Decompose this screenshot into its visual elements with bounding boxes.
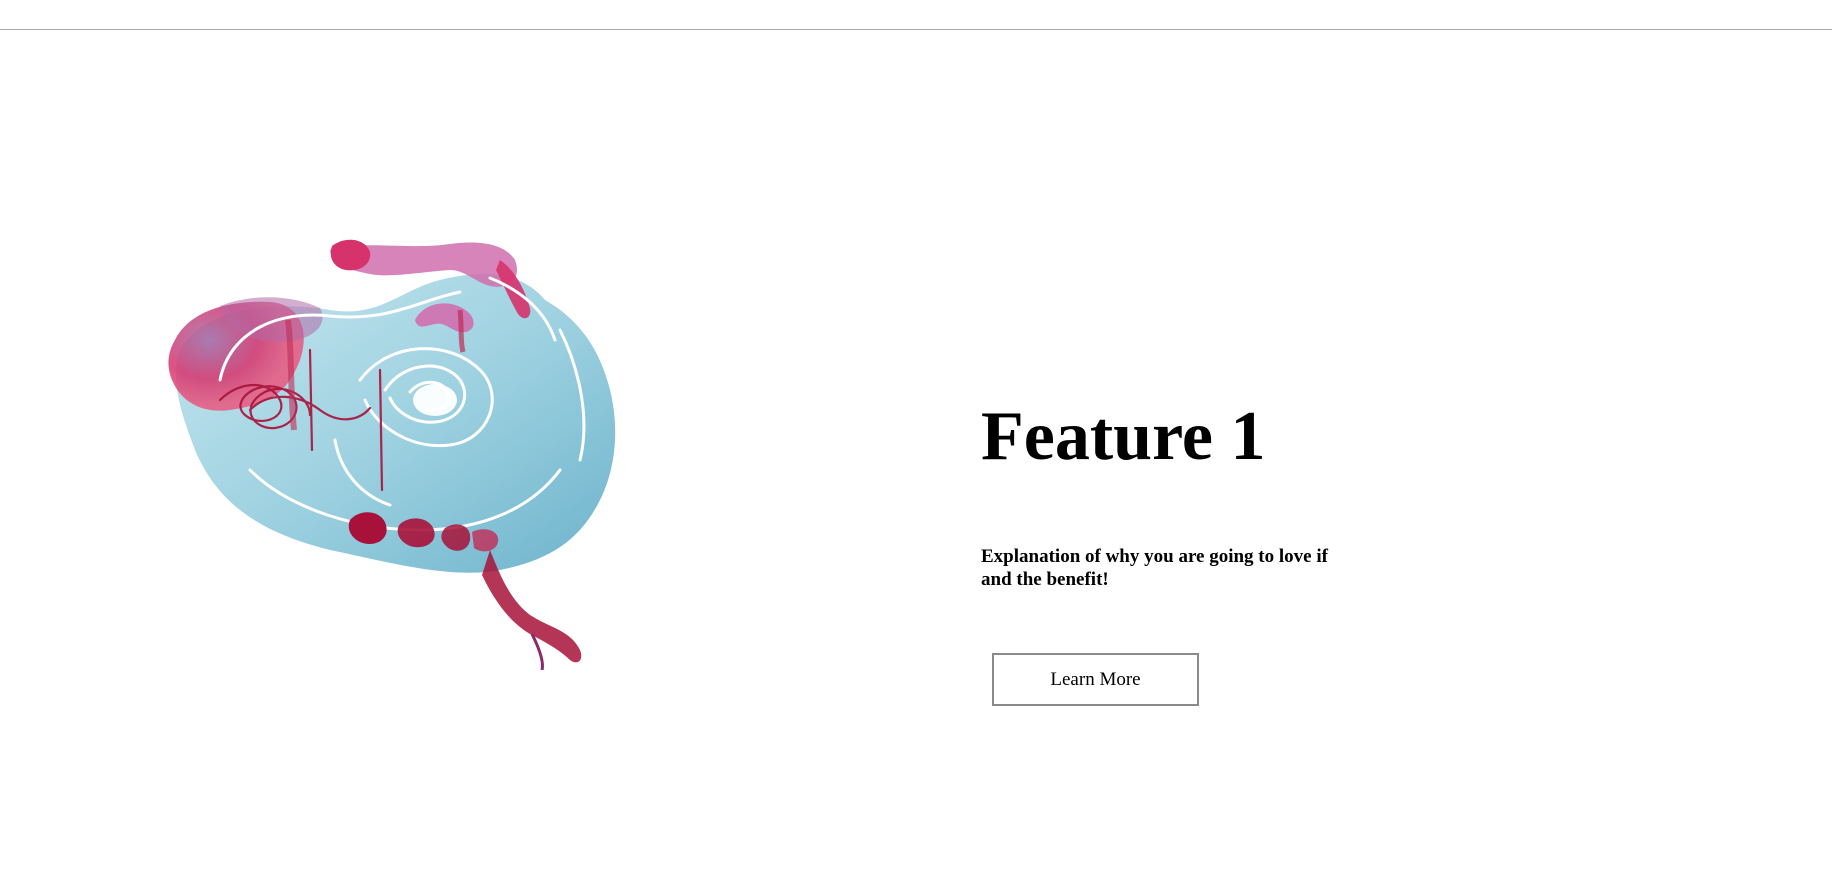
learn-more-button[interactable]: Learn More xyxy=(992,653,1199,706)
feature-section: Feature 1 Explanation of why you are goi… xyxy=(0,30,1832,876)
watercolor-illustration-graphic xyxy=(168,239,616,670)
feature-title: Feature 1 xyxy=(981,398,1266,475)
feature-description: Explanation of why you are going to love… xyxy=(981,546,1328,590)
watercolor-illustration xyxy=(160,230,650,670)
feature-copy: Feature 1 Explanation of why you are goi… xyxy=(981,392,1401,706)
